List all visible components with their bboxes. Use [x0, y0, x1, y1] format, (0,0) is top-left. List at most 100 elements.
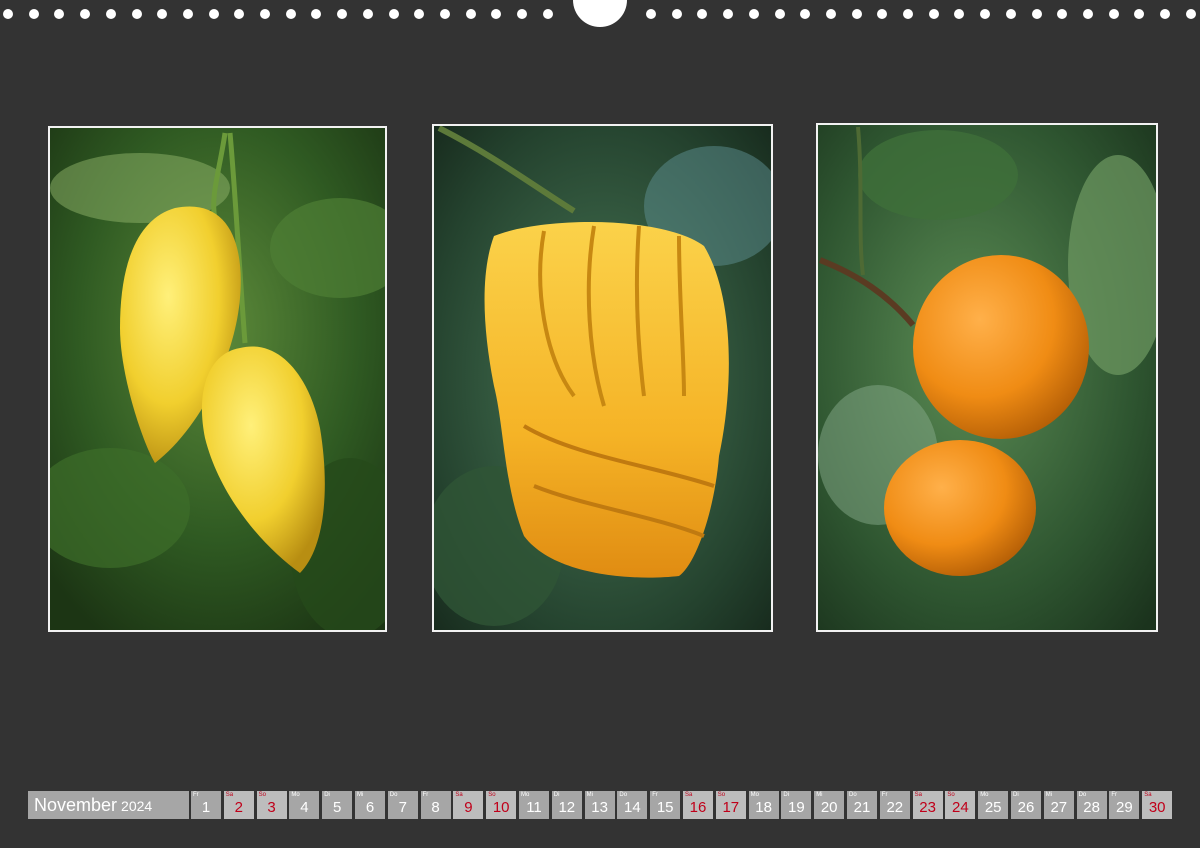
- binding-hole: [234, 9, 245, 19]
- binding-hole: [697, 9, 708, 19]
- weekday-label: So: [488, 792, 496, 798]
- binding-hole: [311, 9, 322, 19]
- weekday-label: Mo: [980, 792, 989, 798]
- weekday-label: Di: [324, 792, 330, 798]
- weekday-label: Fr: [422, 792, 429, 798]
- photo-oranges: [816, 123, 1158, 632]
- binding-hole: [825, 9, 836, 19]
- day-number: 26: [1017, 799, 1035, 816]
- hanger-cutout: [573, 0, 627, 27]
- day-number: 9: [464, 799, 473, 816]
- binding-hole: [337, 9, 348, 19]
- weekday-label: Fr: [652, 792, 658, 798]
- day-cell: Mi 13: [584, 791, 615, 819]
- day-cell: Mo 4: [289, 791, 320, 819]
- day-cell: Di 12: [551, 791, 582, 819]
- day-number: 30: [1148, 799, 1166, 816]
- weekday-label: So: [717, 792, 726, 798]
- citron-illustration: [50, 128, 385, 630]
- day-cell: Mi 27: [1043, 791, 1074, 819]
- day-number: 27: [1050, 799, 1068, 816]
- binding-hole: [646, 9, 656, 19]
- day-number: 11: [526, 799, 542, 816]
- day-cell: Fr 8: [420, 791, 451, 819]
- day-cell: Di 26: [1011, 791, 1041, 819]
- weekday-label: Fr: [881, 792, 888, 798]
- weekday-label: Do: [849, 792, 857, 798]
- day-cell: Do 14: [617, 791, 648, 819]
- binding-hole: [1160, 9, 1170, 19]
- weekday-label: Di: [553, 792, 560, 798]
- binding-hole: [28, 9, 39, 19]
- binding-hole: [1031, 9, 1042, 19]
- day-cell: Sa 16: [683, 791, 713, 819]
- binding-hole: [182, 9, 193, 19]
- weekday-label: Sa: [225, 792, 234, 798]
- binding-hole: [723, 9, 734, 19]
- binding-hole: [1185, 9, 1196, 19]
- day-cell: Fr 15: [650, 791, 681, 819]
- binding-hole: [285, 9, 296, 19]
- day-number: 5: [333, 799, 342, 816]
- binding-hole: [362, 9, 373, 19]
- binding-hole: [208, 9, 219, 19]
- day-number: 8: [431, 799, 440, 816]
- binding-hole: [388, 9, 399, 19]
- weekday-label: Sa: [455, 792, 463, 798]
- day-cell: Mi 20: [814, 791, 845, 819]
- binding-hole: [1134, 9, 1145, 19]
- weekday-label: So: [258, 792, 266, 798]
- binding-hole: [260, 9, 270, 19]
- day-number: 2: [234, 799, 243, 816]
- binding-hole: [800, 9, 811, 19]
- day-number: 16: [689, 799, 707, 816]
- weekday-label: Do: [619, 792, 628, 798]
- day-number: 6: [365, 799, 375, 816]
- weekday-label: Di: [783, 792, 790, 798]
- day-cell: So 17: [715, 791, 746, 819]
- day-number: 1: [201, 799, 211, 816]
- spiral-binding: [0, 0, 1200, 30]
- day-number: 17: [722, 799, 740, 816]
- weekday-label: Mo: [291, 792, 300, 798]
- day-cell: Di 5: [322, 791, 353, 819]
- day-number: 24: [952, 799, 969, 816]
- binding-hole: [954, 9, 965, 19]
- day-number: 3: [267, 799, 276, 816]
- weekday-label: Mi: [357, 792, 364, 798]
- day-cell: Mi 6: [355, 791, 385, 819]
- buddhas-hand-illustration: [434, 126, 771, 630]
- binding-hole: [671, 9, 682, 19]
- binding-hole: [157, 9, 168, 19]
- day-number: 25: [984, 799, 1002, 816]
- day-number: 7: [398, 799, 407, 816]
- month-label: November 2024: [28, 791, 189, 819]
- day-cell: Sa 2: [223, 791, 254, 819]
- day-cell: Mo 25: [978, 791, 1009, 819]
- binding-hole: [105, 9, 116, 19]
- day-number: 18: [755, 799, 772, 816]
- weekday-label: Do: [389, 792, 398, 798]
- day-number: 13: [591, 799, 608, 816]
- calendar-strip: November 2024 Fr 1 Sa 2 So 3 Mo 4 Di 5 Mi 6 Do 7 Fr 8 Sa 9…: [28, 791, 1173, 819]
- weekday-label: Mo: [750, 792, 759, 798]
- day-number: 10: [492, 799, 510, 816]
- binding-hole: [748, 9, 759, 19]
- binding-hole: [517, 9, 527, 19]
- day-cell: Mo 18: [748, 791, 779, 819]
- binding-hole: [414, 9, 425, 19]
- month-name: November: [34, 795, 118, 815]
- day-number: 22: [886, 799, 904, 816]
- binding-hole: [1082, 9, 1093, 19]
- weekday-label: Di: [1013, 792, 1019, 798]
- weekday-label: Fr: [1111, 792, 1118, 798]
- day-number: 23: [919, 799, 936, 816]
- binding-hole: [131, 9, 142, 19]
- oranges-illustration: [818, 125, 1156, 630]
- binding-hole: [877, 9, 888, 19]
- day-number: 14: [624, 799, 641, 816]
- binding-hole: [1005, 9, 1016, 19]
- day-cell: Sa 9: [453, 791, 484, 819]
- day-cell: Do 7: [387, 791, 418, 819]
- binding-hole: [774, 9, 785, 19]
